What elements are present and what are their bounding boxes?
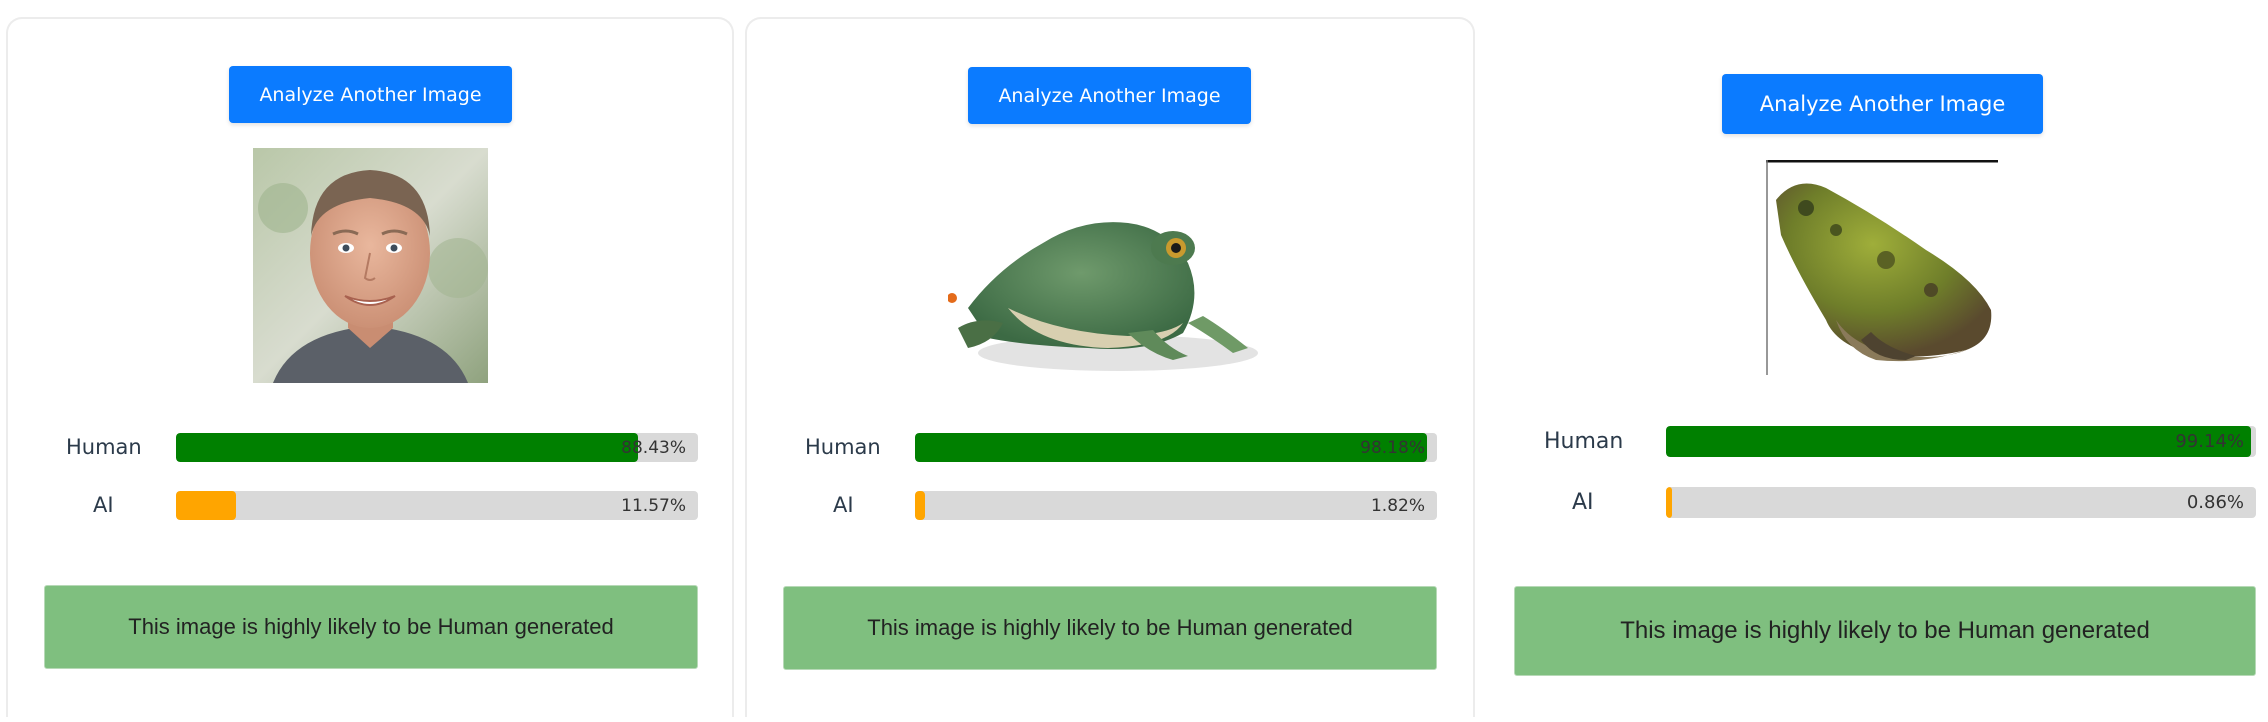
ai-label: AI	[1572, 489, 1594, 515]
ai-probability-bar: 0.86%	[1666, 487, 2256, 518]
ai-bar-fill	[1666, 487, 1672, 518]
ai-bar-fill	[915, 491, 925, 520]
ai-percentage: 11.57%	[621, 495, 686, 516]
analyze-another-image-button[interactable]: Analyze Another Image	[1722, 74, 2043, 134]
uploaded-image-frog	[1766, 160, 1998, 375]
human-label: Human	[1544, 428, 1624, 454]
ai-bar-fill	[176, 491, 237, 520]
ai-label: AI	[833, 493, 854, 517]
ai-label: AI	[93, 493, 114, 517]
human-probability-bar: 99.14%	[1666, 426, 2256, 457]
ai-probability-bar: 1.82%	[915, 491, 1437, 520]
human-probability-bar: 98.18%	[915, 433, 1437, 462]
uploaded-image-frog	[948, 148, 1273, 380]
ai-percentage: 0.86%	[2186, 492, 2244, 513]
human-percentage: 99.14%	[2175, 431, 2244, 452]
human-bar-fill	[915, 433, 1428, 462]
human-percentage: 88.43%	[621, 437, 686, 458]
verdict-banner: This image is highly likely to be Human …	[1514, 586, 2256, 676]
human-bar-fill	[176, 433, 638, 462]
analyze-another-image-button[interactable]: Analyze Another Image	[229, 66, 512, 123]
verdict-banner: This image is highly likely to be Human …	[44, 585, 698, 669]
human-bar-fill	[1666, 426, 2251, 457]
uploaded-image-man	[253, 148, 488, 383]
human-probability-bar: 88.43%	[176, 433, 698, 462]
human-percentage: 98.18%	[1360, 437, 1425, 458]
human-label: Human	[66, 435, 142, 459]
ai-percentage: 1.82%	[1370, 495, 1425, 516]
ai-probability-bar: 11.57%	[176, 491, 698, 520]
analyze-another-image-button[interactable]: Analyze Another Image	[968, 67, 1251, 124]
human-label: Human	[805, 435, 881, 459]
verdict-banner: This image is highly likely to be Human …	[783, 586, 1437, 670]
